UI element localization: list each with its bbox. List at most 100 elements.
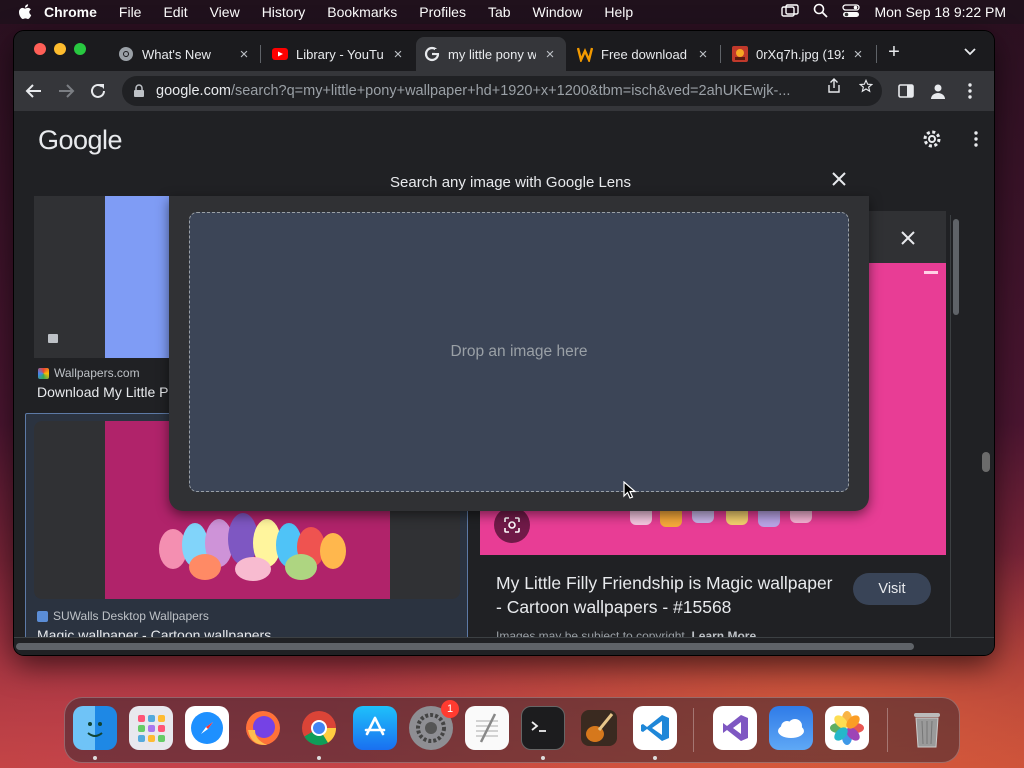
zoom-window-button[interactable]: [74, 43, 86, 55]
safari-icon[interactable]: [185, 706, 229, 750]
tab-close-icon[interactable]: ×: [542, 46, 558, 63]
bookmark-star-icon[interactable]: [859, 78, 873, 93]
tab-close-icon[interactable]: ×: [850, 46, 866, 63]
settings-gear-icon[interactable]: [920, 127, 944, 151]
menu-view[interactable]: View: [210, 4, 240, 20]
menu-edit[interactable]: Edit: [163, 4, 187, 20]
preview-scrollbar[interactable]: [950, 215, 960, 655]
share-icon[interactable]: [827, 78, 841, 93]
tab-youtube-library[interactable]: Library - YouTube ×: [264, 37, 414, 71]
browser-toolbar: google.com/search?q=my+little+pony+wallp…: [14, 71, 994, 111]
youtube-icon: [272, 46, 288, 62]
ponies-illustration: [159, 513, 346, 581]
tab-separator: [260, 45, 261, 63]
finder-icon[interactable]: [73, 706, 117, 750]
preview-title[interactable]: My Little Filly Friendship is Magic wall…: [496, 571, 836, 619]
google-lens-icon[interactable]: [494, 507, 530, 543]
tab-close-icon[interactable]: ×: [236, 46, 252, 63]
menu-history[interactable]: History: [262, 4, 306, 20]
back-icon[interactable]: [24, 81, 44, 101]
scrollbar-thumb[interactable]: [953, 219, 959, 315]
notification-badge: 1: [441, 700, 459, 718]
drop-zone-label: Drop an image here: [450, 343, 588, 360]
google-apps-menu-icon[interactable]: [964, 127, 988, 151]
trash-icon[interactable]: [905, 706, 949, 750]
wallpapers-com-favicon-icon: [38, 367, 49, 379]
scrollbar-thumb[interactable]: [16, 643, 914, 650]
tab-close-icon[interactable]: ×: [390, 46, 406, 63]
control-center-icon[interactable]: [842, 3, 861, 21]
minimize-window-button[interactable]: [54, 43, 66, 55]
window-scroll-indicator[interactable]: [982, 452, 990, 472]
source-name: SUWalls Desktop Wallpapers: [53, 609, 209, 623]
address-bar[interactable]: google.com/search?q=my+little+pony+wallp…: [122, 76, 882, 106]
tab-whats-new[interactable]: What's New ×: [110, 37, 260, 71]
image-type-icon: [48, 334, 58, 343]
result-source[interactable]: SUWalls Desktop Wallpapers: [37, 609, 209, 623]
apple-icon[interactable]: [18, 4, 32, 20]
tab-image-file[interactable]: 0rXq7h.jpg (1920 ×: [724, 37, 874, 71]
terminal-icon[interactable]: [521, 706, 565, 750]
tab-title: 0rXq7h.jpg (1920: [756, 46, 844, 62]
screen-mirroring-icon[interactable]: [781, 3, 800, 21]
running-indicator: [541, 756, 545, 760]
launchpad-icon[interactable]: [129, 706, 173, 750]
tab-close-icon[interactable]: ×: [695, 46, 711, 63]
menu-app-name[interactable]: Chrome: [44, 4, 97, 20]
clock-datetime[interactable]: Mon Sep 18 9:22 PM: [874, 4, 1006, 20]
close-window-button[interactable]: [34, 43, 46, 55]
weather-icon[interactable]: [769, 706, 813, 750]
menu-file[interactable]: File: [119, 4, 142, 20]
garageband-icon[interactable]: [577, 706, 621, 750]
app-store-icon[interactable]: [353, 706, 397, 750]
result-title[interactable]: Download My Little Pony: [37, 384, 169, 400]
url-host: google.com: [156, 83, 231, 99]
close-lens-dialog-icon[interactable]: [829, 169, 849, 189]
tab-google-images[interactable]: my little pony wallpaper ×: [416, 37, 566, 71]
url-path: /search?q=my+little+pony+wallpaper+hd+19…: [230, 83, 791, 99]
tab-search-chevron-icon[interactable]: [962, 43, 978, 59]
image-drop-zone[interactable]: Drop an image here: [189, 212, 849, 492]
menu-window[interactable]: Window: [533, 4, 583, 20]
result-image-wallpapers-com[interactable]: [34, 196, 169, 358]
forward-icon[interactable]: [56, 81, 76, 101]
result-source[interactable]: Wallpapers.com: [38, 366, 140, 380]
tab-free-fonts[interactable]: Free download fonts ×: [569, 37, 719, 71]
site-info-icon[interactable]: [132, 84, 146, 98]
image-tab-icon: [732, 46, 748, 62]
visit-button[interactable]: Visit: [853, 573, 931, 605]
menu-help[interactable]: Help: [604, 4, 633, 20]
photos-icon[interactable]: [825, 706, 869, 750]
spotlight-search-icon[interactable]: [813, 3, 829, 21]
menu-profiles[interactable]: Profiles: [419, 4, 466, 20]
chrome-icon: [118, 46, 134, 62]
close-preview-icon[interactable]: [898, 228, 918, 248]
system-settings-icon[interactable]: 1: [409, 700, 459, 750]
w-icon: [577, 46, 593, 62]
page-content: Google Wallpapers.com Download My Little…: [14, 111, 994, 655]
reload-icon[interactable]: [88, 81, 108, 101]
google-icon: [424, 46, 440, 62]
firefox-icon[interactable]: [241, 706, 285, 750]
running-indicator: [93, 756, 97, 760]
side-panel-icon[interactable]: [896, 81, 916, 101]
menu-tab[interactable]: Tab: [488, 4, 511, 20]
textedit-icon[interactable]: [465, 706, 509, 750]
google-logo[interactable]: Google: [38, 125, 123, 156]
vscode-icon[interactable]: [633, 706, 677, 750]
tab-title: Library - YouTube: [296, 46, 384, 62]
new-tab-button[interactable]: +: [882, 41, 906, 64]
menu-bar: Chrome File Edit View History Bookmarks …: [0, 0, 1024, 24]
image-thumbnail: [105, 196, 169, 358]
dock-separator: [887, 708, 888, 752]
visual-studio-icon[interactable]: [713, 706, 757, 750]
horizontal-scrollbar[interactable]: [14, 637, 994, 655]
chrome-menu-icon[interactable]: [960, 81, 980, 101]
profile-avatar-icon[interactable]: [928, 81, 948, 101]
image-highlight: [924, 271, 938, 274]
menu-bookmarks[interactable]: Bookmarks: [327, 4, 397, 20]
tab-strip: What's New × Library - YouTube × my litt…: [14, 31, 994, 71]
chrome-dock-icon[interactable]: [297, 706, 341, 750]
mouse-pointer-icon: [623, 481, 637, 499]
chrome-window: What's New × Library - YouTube × my litt…: [14, 31, 994, 655]
